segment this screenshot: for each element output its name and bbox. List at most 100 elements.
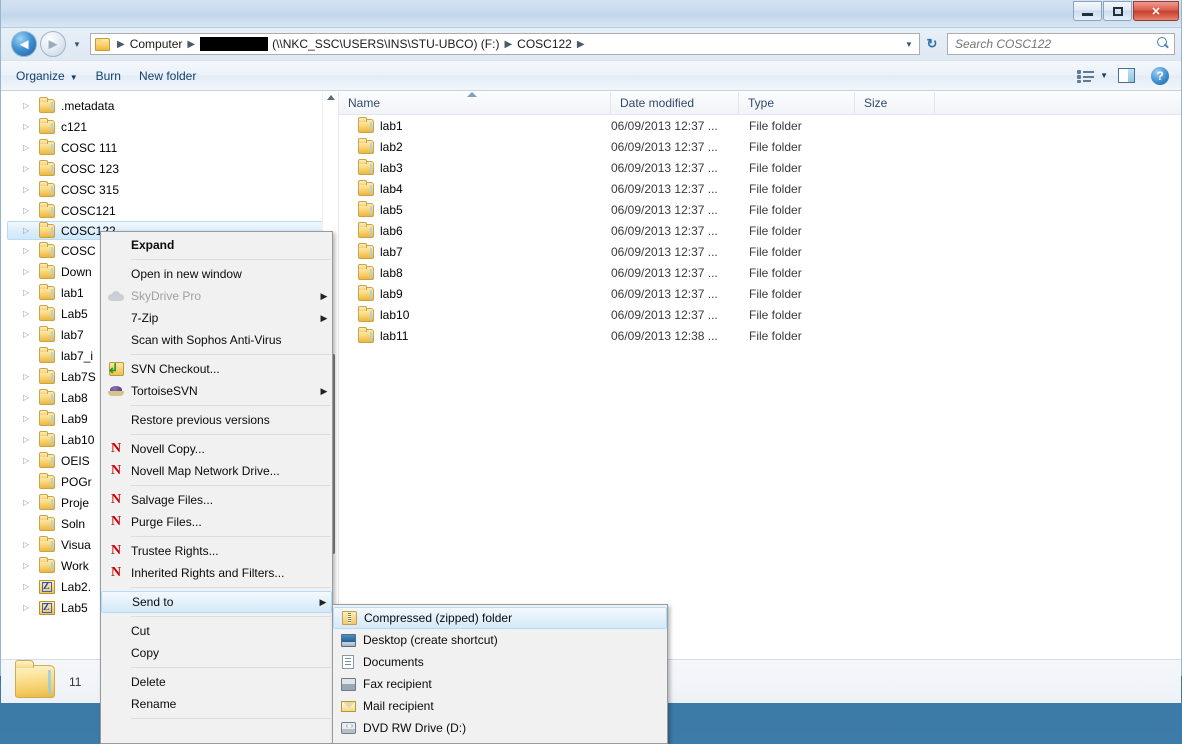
menu-item-item-6[interactable] — [333, 739, 667, 743]
file-row[interactable]: lab6 06/09/2013 12:37 ... File folder — [339, 220, 1181, 241]
minimize-button[interactable] — [1073, 1, 1102, 21]
search-box[interactable] — [947, 33, 1175, 55]
breadcrumb-item-computer[interactable]: Computer — [130, 37, 183, 51]
burn-button[interactable]: Burn — [87, 65, 130, 87]
tree-item-cosc-111[interactable]: ▷ COSC 111 — [1, 137, 338, 158]
close-button[interactable]: ✕ — [1133, 1, 1179, 21]
menu-item-scan-with-sophos-anti-virus[interactable]: Scan with Sophos Anti-Virus — [101, 329, 332, 351]
recent-pages-dropdown[interactable]: ▼ — [69, 34, 85, 54]
change-view-icon[interactable] — [1077, 69, 1095, 83]
expand-chevron-icon[interactable]: ▷ — [23, 435, 36, 444]
column-header-name[interactable]: Name — [339, 91, 611, 115]
menu-item-fax-recipient[interactable]: Fax recipient — [333, 673, 667, 695]
menu-item-purge-files[interactable]: N Purge Files... — [101, 511, 332, 533]
help-icon[interactable]: ? — [1151, 66, 1169, 85]
search-input[interactable] — [955, 37, 1156, 51]
menu-item-send-to[interactable]: Send to ▶ — [101, 591, 332, 613]
expand-chevron-icon[interactable]: ▷ — [23, 267, 36, 276]
menu-item-open-in-new-window[interactable]: Open in new window — [101, 263, 332, 285]
tree-item-cosc-123[interactable]: ▷ COSC 123 — [1, 158, 338, 179]
cloud-icon — [108, 291, 124, 301]
breadcrumb-item-redacted[interactable] — [200, 37, 269, 51]
column-header-date-modified[interactable]: Date modified — [611, 91, 739, 115]
menu-item-svn-checkout[interactable]: SVN Checkout... — [101, 358, 332, 380]
maximize-button[interactable] — [1103, 1, 1132, 21]
expand-chevron-icon[interactable]: ▷ — [23, 143, 36, 152]
forward-button[interactable]: ► — [40, 31, 66, 57]
expand-chevron-icon[interactable]: ▷ — [23, 414, 36, 423]
menu-item-trustee-rights[interactable]: N Trustee Rights... — [101, 540, 332, 562]
menu-item-novell-copy[interactable]: N Novell Copy... — [101, 438, 332, 460]
expand-chevron-icon[interactable]: ▷ — [23, 372, 36, 381]
file-row[interactable]: lab5 06/09/2013 12:37 ... File folder — [339, 199, 1181, 220]
breadcrumb-separator[interactable]: ▶ — [572, 39, 590, 50]
expand-chevron-icon[interactable]: ▷ — [23, 393, 36, 402]
tree-item-c121[interactable]: ▷ c121 — [1, 116, 338, 137]
new-folder-button[interactable]: New folder — [130, 65, 205, 87]
menu-item-expand[interactable]: Expand — [101, 234, 332, 256]
file-row[interactable]: lab7 06/09/2013 12:37 ... File folder — [339, 241, 1181, 262]
expand-chevron-icon[interactable]: ▷ — [23, 164, 36, 173]
breadcrumb[interactable]: ▶ Computer ▶ (\\NKC_SSC\USERS\INS\STU-UB… — [90, 33, 920, 55]
file-row[interactable]: lab10 06/09/2013 12:37 ... File folder — [339, 304, 1181, 325]
expand-chevron-icon[interactable]: ▷ — [23, 246, 36, 255]
back-button[interactable]: ◄ — [11, 31, 37, 57]
menu-item-7-zip[interactable]: 7-Zip ▶ — [101, 307, 332, 329]
breadcrumb-dropdown-icon[interactable]: ▼ — [901, 40, 917, 49]
column-header-size[interactable]: Size — [855, 91, 935, 115]
expand-chevron-icon[interactable]: ▷ — [23, 288, 36, 297]
breadcrumb-item-share-path[interactable]: (\\NKC_SSC\USERS\INS\STU-UBCO) (F:) — [272, 37, 499, 51]
menu-item-mail-recipient[interactable]: Mail recipient — [333, 695, 667, 717]
menu-item-copy[interactable]: Copy — [101, 642, 332, 664]
breadcrumb-separator[interactable]: ▶ — [112, 39, 130, 50]
menu-item-inherited-rights-and-filters[interactable]: N Inherited Rights and Filters... — [101, 562, 332, 584]
tree-item-label: Lab5 — [61, 306, 88, 321]
file-row[interactable]: lab3 06/09/2013 12:37 ... File folder — [339, 157, 1181, 178]
expand-chevron-icon[interactable]: ▷ — [23, 456, 36, 465]
column-header-type[interactable]: Type — [739, 91, 855, 115]
menu-item-icon-slot — [334, 611, 364, 625]
file-row[interactable]: lab8 06/09/2013 12:37 ... File folder — [339, 262, 1181, 283]
menu-item-rename[interactable]: Rename — [101, 693, 332, 715]
scroll-up-icon[interactable] — [326, 95, 335, 100]
menu-item-tortoisesvn[interactable]: TortoiseSVN ▶ — [101, 380, 332, 402]
breadcrumb-separator[interactable]: ▶ — [182, 39, 200, 50]
tree-item-cosc-315[interactable]: ▷ COSC 315 — [1, 179, 338, 200]
expand-chevron-icon[interactable]: ▷ — [23, 498, 36, 507]
expand-chevron-icon[interactable]: ▷ — [23, 540, 36, 549]
expand-chevron-icon[interactable]: ▷ — [23, 185, 36, 194]
file-row[interactable]: lab9 06/09/2013 12:37 ... File folder — [339, 283, 1181, 304]
menu-item-desktop-create-shortcut[interactable]: Desktop (create shortcut) — [333, 629, 667, 651]
expand-chevron-icon[interactable]: ▷ — [23, 561, 36, 570]
context-menu: Expand Open in new window SkyDrive Pro ▶ 7-Z… — [100, 231, 333, 744]
breadcrumb-separator[interactable]: ▶ — [499, 39, 517, 50]
expand-chevron-icon[interactable]: ▷ — [23, 206, 36, 215]
menu-item-novell-map-network-drive[interactable]: N Novell Map Network Drive... — [101, 460, 332, 482]
expand-chevron-icon[interactable]: ▷ — [23, 330, 36, 339]
menu-item-documents[interactable]: Documents — [333, 651, 667, 673]
view-options-chevron-down-icon[interactable]: ▼ — [1100, 71, 1108, 80]
organize-button[interactable]: Organize ▼ — [7, 65, 87, 87]
menu-item-restore-previous-versions[interactable]: Restore previous versions — [101, 409, 332, 431]
preview-pane-icon[interactable] — [1118, 68, 1135, 83]
breadcrumb-item-cosc122[interactable]: COSC122 — [517, 37, 572, 51]
expand-chevron-icon[interactable]: ▷ — [23, 122, 36, 131]
file-row[interactable]: lab1 06/09/2013 12:37 ... File folder — [339, 115, 1181, 136]
menu-item-dvd-rw-drive-d[interactable]: DVD RW Drive (D:) — [333, 717, 667, 739]
expand-chevron-icon[interactable]: ▷ — [23, 309, 36, 318]
file-row[interactable]: lab4 06/09/2013 12:37 ... File folder — [339, 178, 1181, 199]
tree-item-cosc121[interactable]: ▷ COSC121 — [1, 200, 338, 221]
menu-item-salvage-files[interactable]: N Salvage Files... — [101, 489, 332, 511]
menu-item-delete[interactable]: Delete — [101, 671, 332, 693]
refresh-button[interactable]: ↻ — [921, 33, 943, 55]
tree-item--metadata[interactable]: ▷ .metadata — [1, 95, 338, 116]
folder-icon — [39, 472, 55, 489]
expand-chevron-icon[interactable]: ▷ — [23, 603, 36, 612]
menu-item-compressed-zipped-folder[interactable]: Compressed (zipped) folder — [333, 607, 667, 629]
expand-chevron-icon[interactable]: ▷ — [23, 101, 36, 110]
file-row[interactable]: lab11 06/09/2013 12:38 ... File folder — [339, 325, 1181, 346]
menu-item-cut[interactable]: Cut — [101, 620, 332, 642]
expand-chevron-icon[interactable]: ▷ — [23, 226, 36, 235]
expand-chevron-icon[interactable]: ▷ — [23, 582, 36, 591]
file-row[interactable]: lab2 06/09/2013 12:37 ... File folder — [339, 136, 1181, 157]
